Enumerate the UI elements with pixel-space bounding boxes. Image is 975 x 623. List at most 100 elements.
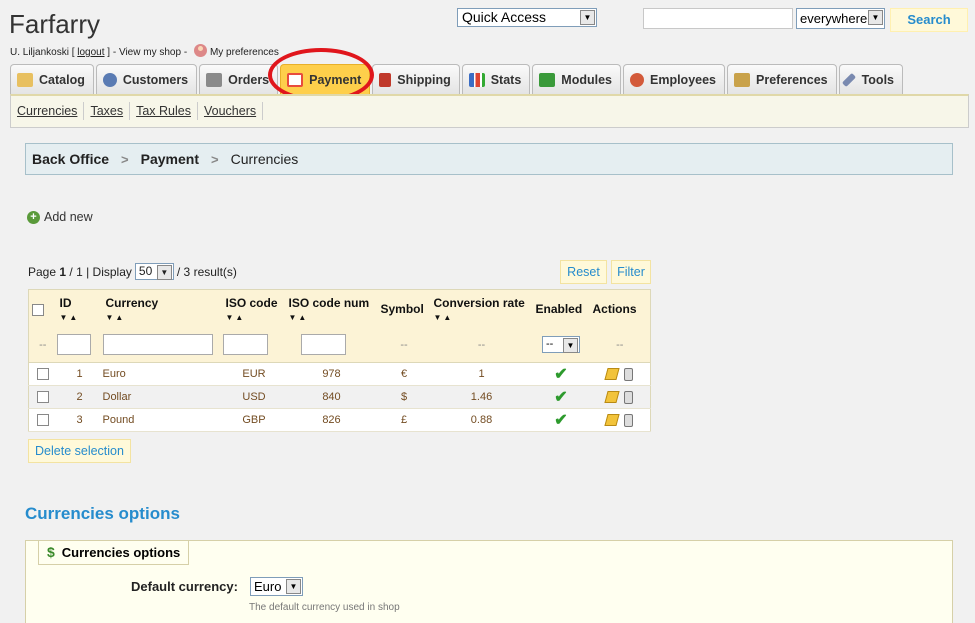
filter-enabled-select-cell: -- ▼ — [532, 327, 590, 363]
subnav-tax-rules[interactable]: Tax Rules — [136, 104, 191, 118]
sort-arrows-icon[interactable]: ▼▲ — [226, 313, 284, 322]
default-currency-value: Euro — [254, 579, 282, 594]
user-icon — [102, 73, 117, 87]
tab-catalog[interactable]: Catalog — [10, 64, 94, 95]
column-header-currency: Currency ▼▲ — [102, 289, 223, 328]
reset-button[interactable]: Reset — [560, 260, 607, 284]
delete-selection-button[interactable]: Delete selection — [28, 439, 131, 463]
cell-currency: Euro — [102, 362, 223, 386]
search-input[interactable] — [643, 8, 793, 29]
per-page-select[interactable]: 50 ▼ — [134, 263, 174, 280]
sort-arrows-icon[interactable]: ▼▲ — [434, 313, 531, 322]
table-row[interactable]: 3 Pound GBP 826 £ 0.88 ✔ — [28, 408, 651, 432]
filter-enabled-value: -- — [546, 338, 554, 351]
divider — [262, 102, 264, 120]
tab-employees[interactable]: Employees — [623, 64, 726, 95]
chevron-down-icon: ▼ — [563, 338, 578, 354]
cell-iso-code-num: 840 — [285, 385, 378, 409]
add-new-link[interactable]: + Add new — [27, 210, 93, 224]
default-currency-select[interactable]: Euro ▼ — [250, 577, 303, 596]
enabled-check-icon[interactable]: ✔ — [554, 366, 567, 383]
result-count: / 3 result(s) — [176, 264, 237, 279]
chart-icon — [468, 73, 485, 87]
row-checkbox[interactable] — [36, 368, 49, 381]
breadcrumb-back-office[interactable]: Back Office — [32, 151, 109, 167]
filter-currency-input[interactable] — [102, 334, 213, 356]
view-shop-link[interactable]: View my shop — [119, 47, 181, 58]
edit-icon[interactable] — [604, 391, 620, 403]
tab-customers[interactable]: Customers — [95, 64, 198, 95]
subnav-taxes[interactable]: Taxes — [90, 104, 123, 118]
chevron-right-icon: > — [211, 151, 219, 167]
puzzle-icon — [539, 73, 556, 87]
delete-icon[interactable] — [624, 413, 634, 427]
edit-icon[interactable] — [604, 414, 620, 426]
sub-navigation: Currencies Taxes Tax Rules Vouchers — [10, 94, 969, 128]
enabled-check-icon[interactable]: ✔ — [554, 389, 567, 406]
sort-arrows-icon[interactable]: ▼▲ — [106, 313, 221, 322]
cart-icon — [206, 73, 223, 87]
main-tabs: Catalog Customers Orders Payment Shippin… — [10, 64, 905, 95]
preferences-icon — [734, 73, 751, 87]
add-icon: + — [27, 210, 40, 224]
column-label: Conversion rate — [433, 296, 525, 310]
column-header-iso-code: ISO code ▼▲ — [222, 289, 286, 328]
tab-shipping[interactable]: Shipping — [372, 64, 460, 95]
per-page-value: 50 — [138, 264, 153, 278]
column-header-iso-code-num: ISO code num ▼▲ — [285, 289, 378, 328]
user-avatar-icon — [193, 44, 207, 57]
filter-iso-code-input[interactable] — [222, 334, 268, 356]
cell-currency: Pound — [102, 408, 223, 432]
chevron-down-icon: ▼ — [286, 579, 301, 594]
employee-icon — [630, 73, 644, 87]
edit-icon[interactable] — [604, 368, 620, 380]
tab-preferences[interactable]: Preferences — [727, 64, 837, 95]
column-header-conversion-rate: Conversion rate ▼▲ — [430, 289, 533, 328]
tab-label: Modules — [561, 73, 612, 87]
cell-iso-code: EUR — [222, 362, 286, 386]
search-button[interactable]: Search — [890, 8, 968, 32]
column-header-actions: Actions — [589, 289, 651, 328]
filter-id-input[interactable] — [56, 334, 91, 356]
table-row[interactable]: 2 Dollar USD 840 $ 1.46 ✔ — [28, 385, 651, 409]
divider — [83, 102, 85, 120]
filter-row: -- -- -- -- ▼ -- — [28, 327, 651, 363]
subnav-currencies[interactable]: Currencies — [17, 104, 77, 118]
tab-label: Shipping — [397, 73, 451, 87]
column-label: Currency — [105, 296, 159, 310]
my-preferences-link[interactable]: My preferences — [210, 47, 279, 58]
sort-arrows-icon[interactable]: ▼▲ — [60, 313, 101, 322]
logout-link[interactable]: logout — [77, 47, 104, 58]
divider — [196, 102, 198, 120]
filter-iso-code-num-input[interactable] — [300, 334, 346, 356]
filter-button[interactable]: Filter — [611, 260, 651, 284]
subnav-vouchers[interactable]: Vouchers — [204, 104, 256, 118]
cell-iso-code-num: 978 — [285, 362, 378, 386]
default-currency-help: The default currency used in shop — [249, 602, 400, 613]
cell-id: 3 — [56, 408, 103, 432]
breadcrumb-payment[interactable]: Payment — [141, 151, 199, 167]
quick-access-select[interactable]: Quick Access ▼ — [457, 8, 597, 27]
search-scope-select[interactable]: everywhere ▼ — [796, 8, 885, 29]
tab-stats[interactable]: Stats — [461, 64, 531, 95]
enabled-check-icon[interactable]: ✔ — [554, 412, 567, 429]
row-checkbox[interactable] — [36, 414, 49, 427]
sort-arrows-icon[interactable]: ▼▲ — [289, 313, 376, 322]
truck-icon — [379, 73, 392, 87]
current-page: 1 — [59, 264, 67, 279]
column-header-symbol: Symbol — [377, 289, 431, 328]
tab-modules[interactable]: Modules — [532, 64, 621, 95]
column-label: Symbol — [380, 302, 424, 316]
add-new-label: Add new — [44, 210, 93, 224]
table-row[interactable]: 1 Euro EUR 978 € 1 ✔ — [28, 362, 651, 386]
delete-icon[interactable] — [624, 367, 634, 381]
filter-placeholder: -- — [589, 327, 651, 363]
cell-id: 2 — [56, 385, 103, 409]
select-all-checkbox[interactable] — [32, 303, 44, 316]
delete-icon[interactable] — [624, 390, 634, 404]
tab-tools[interactable]: Tools — [838, 64, 903, 95]
row-checkbox[interactable] — [36, 391, 49, 404]
tab-orders[interactable]: Orders — [199, 64, 279, 95]
user-name: U. Liljankoski — [10, 47, 69, 58]
filter-enabled-select[interactable]: -- ▼ — [542, 336, 580, 354]
